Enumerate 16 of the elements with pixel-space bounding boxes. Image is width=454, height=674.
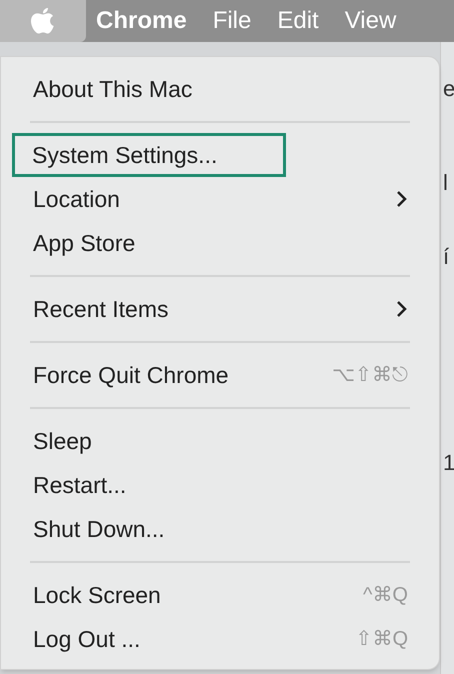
menu-item[interactable]: Log Out ... ⇧⌘Q — [13, 617, 427, 661]
background-text: 1 — [443, 449, 454, 477]
menu-item[interactable]: Sleep — [13, 419, 427, 463]
menu-item[interactable]: Force Quit Chrome ⌥⇧⌘⎋ — [13, 353, 427, 397]
menu-item[interactable]: About This Mac — [13, 67, 427, 111]
menu-item[interactable]: Lock Screen ^⌘Q — [13, 573, 427, 617]
background-text: e — [443, 75, 454, 103]
menu-item[interactable]: System Settings... — [12, 133, 286, 177]
apple-menu-button[interactable] — [0, 0, 86, 42]
menu-item[interactable]: Location — [13, 177, 427, 221]
menu-item[interactable]: Shut Down... — [13, 507, 427, 551]
background-text: l — [443, 169, 448, 197]
menu-item[interactable]: App Store — [13, 221, 427, 265]
menu-item[interactable]: Recent Items — [13, 287, 427, 331]
menu-item[interactable]: Restart... — [13, 463, 427, 507]
background-text: í — [443, 243, 450, 271]
